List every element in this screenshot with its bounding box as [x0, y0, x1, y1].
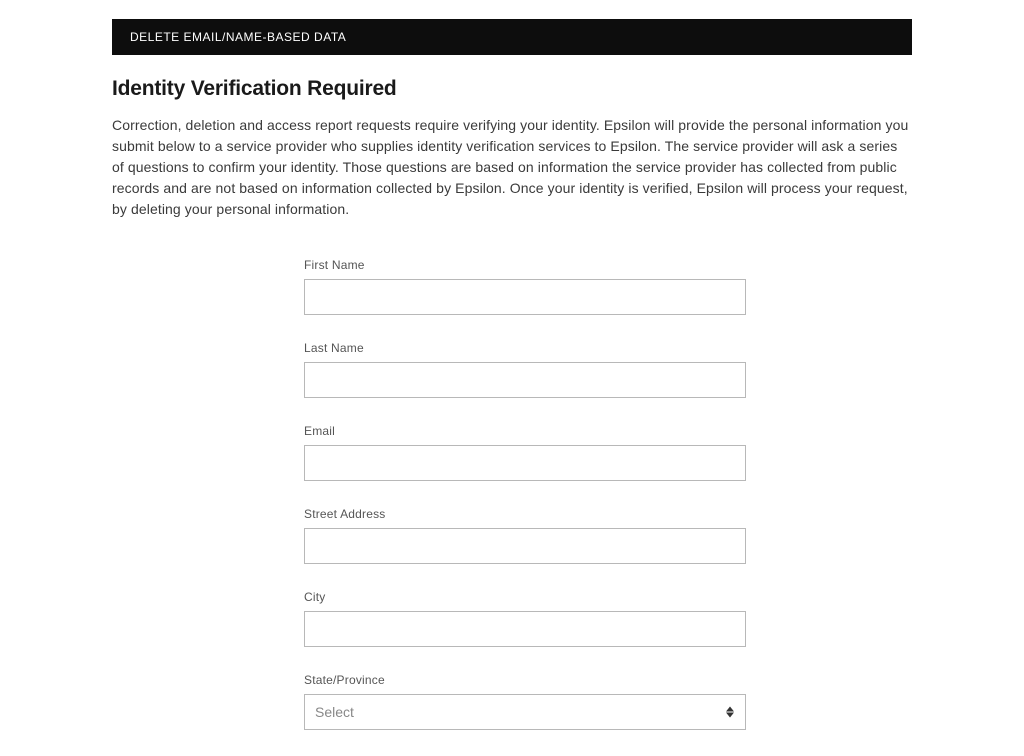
street-address-label: Street Address	[304, 507, 746, 521]
city-label: City	[304, 590, 746, 604]
form-group-city: City	[304, 590, 746, 647]
form-group-street-address: Street Address	[304, 507, 746, 564]
first-name-label: First Name	[304, 258, 746, 272]
last-name-input[interactable]	[304, 362, 746, 398]
form: First Name Last Name Email Street Addres…	[112, 258, 912, 730]
first-name-input[interactable]	[304, 279, 746, 315]
header-title: DELETE EMAIL/NAME-BASED DATA	[130, 30, 346, 44]
form-group-first-name: First Name	[304, 258, 746, 315]
page-description: Correction, deletion and access report r…	[112, 115, 912, 220]
form-group-email: Email	[304, 424, 746, 481]
form-group-state: State/Province Select	[304, 673, 746, 730]
state-label: State/Province	[304, 673, 746, 687]
state-select[interactable]: Select	[304, 694, 746, 730]
form-group-last-name: Last Name	[304, 341, 746, 398]
last-name-label: Last Name	[304, 341, 746, 355]
state-select-wrap: Select	[304, 694, 746, 730]
page-title: Identity Verification Required	[112, 77, 912, 101]
email-input[interactable]	[304, 445, 746, 481]
email-label: Email	[304, 424, 746, 438]
street-address-input[interactable]	[304, 528, 746, 564]
header-bar: DELETE EMAIL/NAME-BASED DATA	[112, 19, 912, 55]
city-input[interactable]	[304, 611, 746, 647]
